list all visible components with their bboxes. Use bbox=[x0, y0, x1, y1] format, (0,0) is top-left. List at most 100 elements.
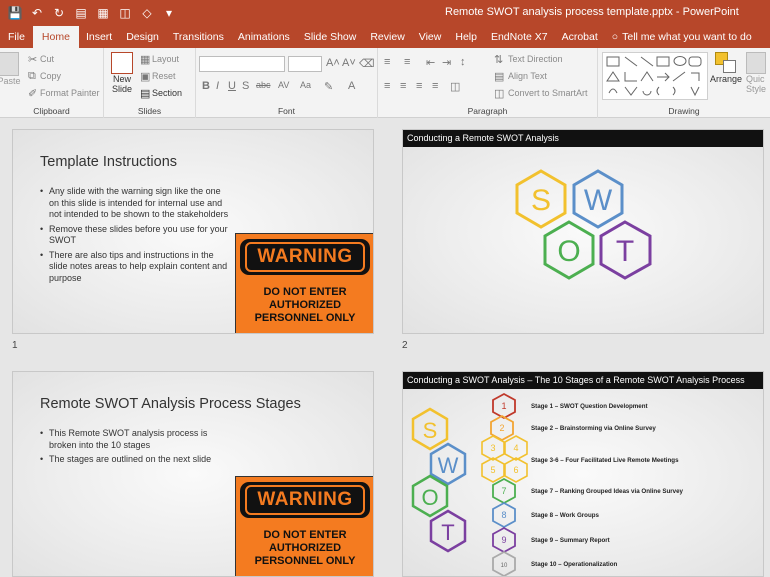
font-size-combo[interactable] bbox=[288, 56, 322, 72]
bullets-icon[interactable]: ≡ bbox=[384, 56, 390, 68]
layout-button[interactable]: Layout bbox=[152, 54, 179, 64]
arrange-button[interactable]: Arrange bbox=[710, 52, 742, 84]
format-icon[interactable]: ▦ bbox=[94, 4, 112, 22]
numbering-icon[interactable]: ≡ bbox=[404, 56, 410, 68]
new-slide-button[interactable]: New Slide bbox=[108, 52, 136, 94]
stage-number-1: 1 bbox=[501, 401, 506, 411]
format-painter-icon[interactable]: ✐ bbox=[28, 87, 37, 100]
tab-insert[interactable]: Insert bbox=[79, 26, 119, 48]
redo-icon[interactable]: ↻ bbox=[50, 4, 68, 22]
warning-line: DO NOT ENTER bbox=[263, 286, 347, 298]
align-left-icon[interactable]: ≡ bbox=[384, 80, 390, 92]
new-slide-icon bbox=[111, 52, 133, 74]
quick-styles-label-2: Style bbox=[746, 84, 767, 94]
swot-w-letter: W bbox=[584, 184, 613, 217]
bold-icon[interactable]: B bbox=[202, 80, 210, 92]
cut-icon[interactable]: ✂ bbox=[28, 53, 37, 66]
tab-help[interactable]: Help bbox=[448, 26, 484, 48]
reset-button[interactable]: Reset bbox=[152, 71, 176, 81]
shrink-font-icon[interactable]: A˅ bbox=[342, 57, 356, 69]
tab-file[interactable]: File bbox=[0, 26, 33, 48]
grow-font-icon[interactable]: A˄ bbox=[326, 57, 340, 69]
slide-number-1: 1 bbox=[12, 340, 18, 351]
shapes-gallery[interactable] bbox=[602, 52, 708, 100]
align-icon[interactable]: ◫ bbox=[116, 4, 134, 22]
columns-icon[interactable]: ◫ bbox=[450, 80, 460, 93]
reset-icon[interactable]: ▣ bbox=[140, 70, 150, 83]
font-name-combo[interactable] bbox=[199, 56, 285, 72]
slide-thumbnail-3[interactable]: Remote SWOT Analysis Process Stages This… bbox=[12, 371, 374, 577]
align-center-icon[interactable]: ≡ bbox=[400, 80, 406, 92]
justify-icon[interactable]: ≡ bbox=[432, 80, 438, 92]
section-button[interactable]: Section bbox=[152, 88, 182, 98]
warning-line: PERSONNEL ONLY bbox=[254, 555, 356, 567]
warning-sign: WARNING DO NOT ENTER AUTHORIZED PERSONNE… bbox=[235, 476, 373, 576]
copy-button[interactable]: Copy bbox=[40, 71, 61, 81]
tab-design[interactable]: Design bbox=[119, 26, 166, 48]
strikethrough-icon[interactable]: abc bbox=[256, 80, 271, 90]
line-spacing-icon[interactable]: ↕ bbox=[460, 56, 466, 68]
stage-number-7: 7 bbox=[501, 486, 506, 496]
copy-icon[interactable]: ⧉ bbox=[28, 70, 36, 83]
smartart-icon[interactable]: ◫ bbox=[494, 87, 504, 100]
shapes-icon[interactable]: ◇ bbox=[138, 4, 156, 22]
paste-button[interactable]: Paste bbox=[0, 52, 22, 86]
quick-styles-button[interactable]: Quic Style bbox=[746, 52, 770, 94]
arrange-icon bbox=[715, 52, 737, 74]
spacing-icon[interactable]: AV bbox=[278, 80, 289, 90]
italic-icon[interactable]: I bbox=[216, 80, 219, 92]
new-slide-label-1: New bbox=[112, 74, 131, 84]
change-case-icon[interactable]: Aa bbox=[300, 80, 311, 90]
slide-3-bullets: This Remote SWOT analysis process is bro… bbox=[40, 428, 230, 469]
slide-thumbnail-4[interactable]: Conducting a SWOT Analysis – The 10 Stag… bbox=[402, 371, 764, 577]
font-label: Font bbox=[277, 106, 295, 116]
swot-s-letter: S bbox=[531, 184, 551, 217]
tab-endnote[interactable]: EndNote X7 bbox=[484, 26, 555, 48]
ribbon-tabs: File Home Insert Design Transitions Anim… bbox=[0, 26, 770, 48]
warning-line: AUTHORIZED bbox=[268, 542, 342, 554]
stage-label: Stage 7 – Ranking Grouped Ideas via Onli… bbox=[531, 488, 683, 495]
section-icon[interactable]: ▤ bbox=[140, 87, 150, 100]
swot-hexagons: S W O T bbox=[515, 169, 652, 280]
text-direction-icon[interactable]: ⇅ bbox=[494, 53, 503, 66]
decrease-indent-icon[interactable]: ⇤ bbox=[426, 56, 435, 69]
warning-line: PERSONNEL ONLY bbox=[254, 312, 356, 324]
tab-review[interactable]: Review bbox=[363, 26, 411, 48]
highlight-icon[interactable]: ✎ bbox=[324, 80, 333, 93]
format-painter-button[interactable]: Format Painter bbox=[40, 88, 100, 98]
tab-transitions[interactable]: Transitions bbox=[166, 26, 231, 48]
align-text-button[interactable]: Align Text bbox=[508, 71, 547, 81]
slide-thumbnail-1[interactable]: Template Instructions Any slide with the… bbox=[12, 129, 374, 334]
clipboard-group: Paste ✂ Cut ⧉ Copy ✐ Format Painter Clip… bbox=[0, 48, 104, 118]
swot-t-letter: T bbox=[441, 520, 454, 545]
tell-me-box[interactable]: ○ Tell me what you want to do bbox=[605, 26, 759, 48]
shadow-icon[interactable]: S bbox=[242, 80, 249, 92]
underline-icon[interactable]: U bbox=[228, 80, 236, 92]
layout-icon[interactable]: ▦ bbox=[140, 53, 150, 66]
warning-word: WARNING bbox=[245, 485, 365, 515]
slide-thumbnail-2[interactable]: Conducting a Remote SWOT Analysis S W O … bbox=[402, 129, 764, 334]
convert-smartart-button[interactable]: Convert to SmartArt bbox=[508, 88, 588, 98]
stage-number-4: 4 bbox=[513, 443, 518, 453]
stage-label: Stage 1 – SWOT Question Development bbox=[531, 403, 648, 410]
undo-icon[interactable]: ↶ bbox=[28, 4, 46, 22]
bullet: There are also tips and instructions in … bbox=[40, 250, 230, 285]
presentation-icon[interactable]: ▤ bbox=[72, 4, 90, 22]
save-icon[interactable]: 💾 bbox=[6, 4, 24, 22]
increase-indent-icon[interactable]: ⇥ bbox=[442, 56, 451, 69]
tab-home[interactable]: Home bbox=[32, 26, 79, 48]
tab-view[interactable]: View bbox=[412, 26, 449, 48]
warning-banner: WARNING bbox=[240, 239, 370, 275]
align-right-icon[interactable]: ≡ bbox=[416, 80, 422, 92]
tab-animations[interactable]: Animations bbox=[231, 26, 297, 48]
drawing-label: Drawing bbox=[668, 106, 700, 116]
cut-button[interactable]: Cut bbox=[40, 54, 54, 64]
tab-slide-show[interactable]: Slide Show bbox=[297, 26, 364, 48]
text-direction-button[interactable]: Text Direction bbox=[508, 54, 563, 64]
customize-qat-icon[interactable]: ▾ bbox=[160, 4, 178, 22]
title-bar: 💾 ↶ ↻ ▤ ▦ ◫ ◇ ▾ Remote SWOT analysis pro… bbox=[0, 0, 770, 26]
tab-acrobat[interactable]: Acrobat bbox=[555, 26, 605, 48]
font-color-icon[interactable]: A bbox=[348, 80, 355, 92]
align-text-icon[interactable]: ▤ bbox=[494, 70, 504, 83]
clear-format-icon[interactable]: ⌫ bbox=[359, 57, 375, 70]
